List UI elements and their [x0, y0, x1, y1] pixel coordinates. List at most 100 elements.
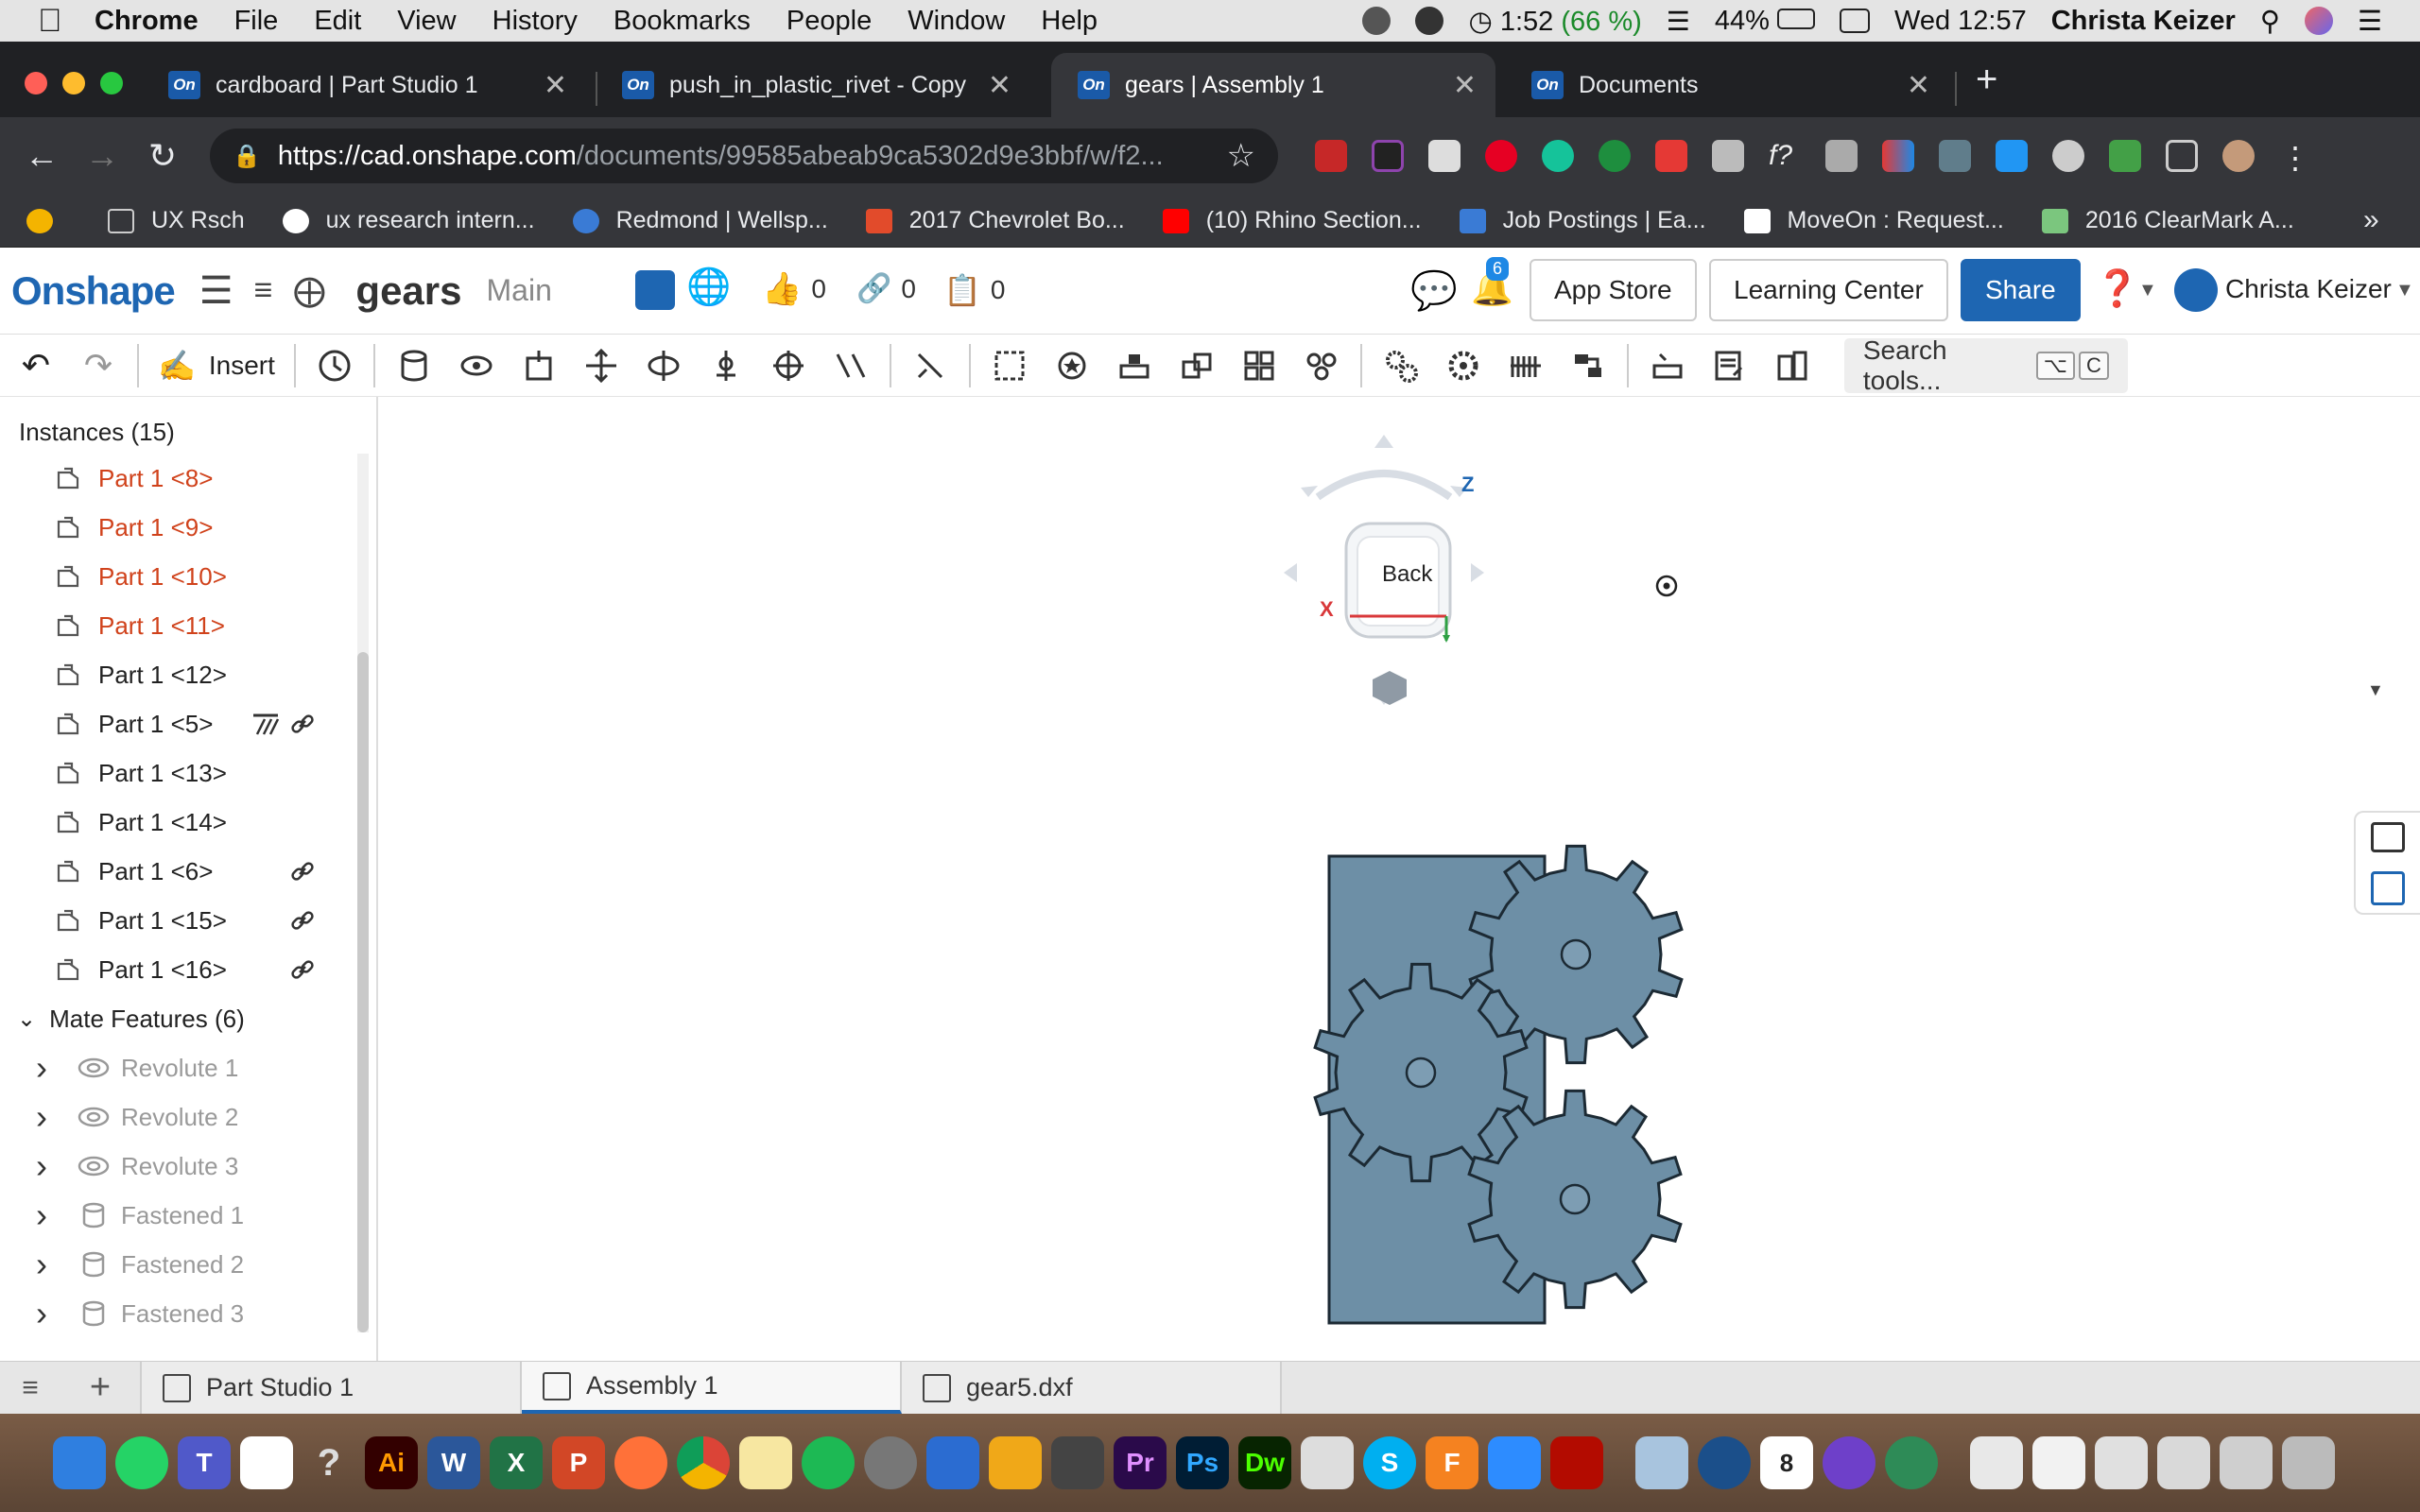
instance-item[interactable]: Part 1 <15>: [0, 896, 376, 945]
user-name[interactable]: Christa Keizer: [2225, 274, 2392, 304]
ball-mate-icon[interactable]: [764, 341, 813, 390]
bookmark-folder[interactable]: UX Rsch: [108, 207, 245, 234]
extension-icon[interactable]: [2052, 140, 2084, 172]
pinterest-icon[interactable]: [1485, 140, 1517, 172]
window-minimize-button[interactable]: [62, 72, 85, 94]
extension-icon[interactable]: [2109, 140, 2141, 172]
bookmarks-overflow-icon[interactable]: »: [2363, 204, 2379, 236]
share-button[interactable]: Share: [1961, 259, 2081, 321]
help-icon[interactable]: ❓: [2095, 268, 2139, 310]
chrome-icon[interactable]: [677, 1436, 730, 1489]
new-tab-icon[interactable]: +: [1976, 59, 1997, 101]
menu-clock[interactable]: Wed 12:57: [1894, 6, 2027, 37]
app-store-button[interactable]: App Store: [1530, 259, 1697, 321]
mate-feature-item[interactable]: › Fastened 3: [0, 1289, 376, 1338]
workspace-branch[interactable]: Main: [487, 273, 552, 308]
profile-avatar[interactable]: [2222, 140, 2255, 172]
bookmark-apps-icon[interactable]: [26, 208, 70, 233]
keyboard-input-icon[interactable]: [1840, 9, 1870, 33]
link-icon[interactable]: [289, 711, 316, 737]
acrobat-icon[interactable]: [1550, 1436, 1603, 1489]
extension-icon[interactable]: [1825, 140, 1858, 172]
quicktime-icon[interactable]: [1698, 1436, 1751, 1489]
insert-button[interactable]: ✍ Insert: [158, 348, 275, 384]
assembly-tab[interactable]: Assembly 1: [522, 1362, 902, 1414]
address-bar[interactable]: 🔒 https://cad.onshape.com/documents/9958…: [210, 129, 1278, 183]
fusion-360-icon[interactable]: F: [1426, 1436, 1478, 1489]
parallel-mate-icon[interactable]: [826, 341, 875, 390]
chevron-right-icon[interactable]: ›: [36, 1048, 64, 1088]
user-chevron-down-icon[interactable]: ▼: [2395, 280, 2414, 301]
scrollbar-thumb[interactable]: [357, 652, 369, 1332]
instance-item[interactable]: Part 1 <12>: [0, 650, 376, 699]
chevron-right-icon[interactable]: ›: [36, 1097, 64, 1137]
fastened-mate-icon[interactable]: [389, 341, 439, 390]
properties-panel-icon[interactable]: [2371, 822, 2405, 852]
add-tab-icon[interactable]: +: [60, 1362, 142, 1414]
mirror-icon[interactable]: [1172, 341, 1221, 390]
measure-icon[interactable]: [1643, 341, 1692, 390]
gear-relation-icon[interactable]: [1376, 341, 1426, 390]
planar-mate-icon[interactable]: [577, 341, 626, 390]
system-preferences-icon[interactable]: [864, 1436, 917, 1489]
atom-icon[interactable]: [1885, 1436, 1938, 1489]
pattern-icon[interactable]: [1235, 341, 1284, 390]
mate-feature-item[interactable]: › Revolute 2: [0, 1092, 376, 1142]
bookmark-item[interactable]: 2017 Chevrolet Bo...: [865, 207, 1125, 234]
instance-item[interactable]: Part 1 <6>: [0, 847, 376, 896]
spotlight-icon[interactable]: ⚲: [2260, 5, 2280, 38]
onshape-logo[interactable]: Onshape: [11, 268, 176, 314]
bookmark-item[interactable]: Redmond | Wellsp...: [572, 207, 828, 234]
learning-center-button[interactable]: Learning Center: [1709, 259, 1948, 321]
photo-booth-icon[interactable]: [1051, 1436, 1104, 1489]
tab-close-icon[interactable]: ✕: [1907, 69, 1930, 102]
folder-stack-icon[interactable]: [2220, 1436, 2273, 1489]
chevron-right-icon[interactable]: ›: [36, 1294, 64, 1333]
bill-of-materials-icon[interactable]: [2371, 871, 2405, 905]
tab-manager-icon[interactable]: ≡: [0, 1362, 60, 1414]
menu-app-name[interactable]: Chrome: [95, 6, 199, 37]
teams-icon[interactable]: T: [178, 1436, 231, 1489]
chrome-menu-icon[interactable]: ⋮: [2279, 140, 2311, 175]
instance-item[interactable]: Part 1 <16>: [0, 945, 376, 994]
instance-item[interactable]: Part 1 <10>: [0, 552, 376, 601]
skype-icon[interactable]: S: [1363, 1436, 1416, 1489]
cylindrical-mate-icon[interactable]: [639, 341, 688, 390]
section-view-icon[interactable]: [1768, 341, 1817, 390]
bookmark-star-icon[interactable]: ☆: [1227, 137, 1255, 175]
globe-icon[interactable]: 🌐: [686, 266, 731, 308]
search-tools-input[interactable]: Search tools... ⌥ C: [1843, 335, 2128, 395]
extension-icon[interactable]: [1882, 140, 1914, 172]
browser-tab[interactable]: On Documents ✕: [1505, 53, 1949, 117]
instance-item[interactable]: Part 1 <14>: [0, 798, 376, 847]
forward-arrow-icon[interactable]: →: [72, 136, 132, 176]
documents-stack-icon[interactable]: [2032, 1436, 2085, 1489]
pin-slot-mate-icon[interactable]: [701, 341, 751, 390]
menu-view[interactable]: View: [397, 6, 456, 37]
view-cube[interactable]: Back Z X: [1280, 431, 1526, 714]
whatsapp-icon[interactable]: [115, 1436, 168, 1489]
recent-stack-icon[interactable]: [2157, 1436, 2210, 1489]
part-studio-tab[interactable]: Part Studio 1: [142, 1362, 522, 1414]
sync-icon[interactable]: [1415, 7, 1444, 35]
extension-icon[interactable]: [1939, 140, 1971, 172]
extension-icon[interactable]: [1996, 140, 2028, 172]
instances-header[interactable]: Instances (15): [0, 397, 376, 454]
notes-icon[interactable]: [739, 1436, 792, 1489]
graphics-viewport[interactable]: Back Z X ▼: [380, 397, 2420, 1361]
menu-edit[interactable]: Edit: [314, 6, 361, 37]
slack-icon[interactable]: [240, 1436, 293, 1489]
bookmark-item[interactable]: MoveOn : Request...: [1743, 207, 2004, 234]
clock-history-icon[interactable]: [310, 341, 359, 390]
user-avatar-icon[interactable]: [2174, 268, 2218, 312]
mass-properties-icon[interactable]: [1705, 341, 1754, 390]
replicate-icon[interactable]: [1110, 341, 1159, 390]
help-chevron-down-icon[interactable]: ▼: [2138, 280, 2157, 301]
feature-list-icon[interactable]: ≡: [254, 272, 273, 309]
comments-icon[interactable]: 💬: [1410, 268, 1458, 313]
photoshop-icon[interactable]: Ps: [1176, 1436, 1229, 1489]
extension-icon[interactable]: [1712, 140, 1744, 172]
undo-icon[interactable]: ↶: [11, 341, 60, 390]
screenshots-stack-icon[interactable]: [2095, 1436, 2148, 1489]
display-mode-chevron-down-icon[interactable]: ▼: [2367, 680, 2384, 700]
